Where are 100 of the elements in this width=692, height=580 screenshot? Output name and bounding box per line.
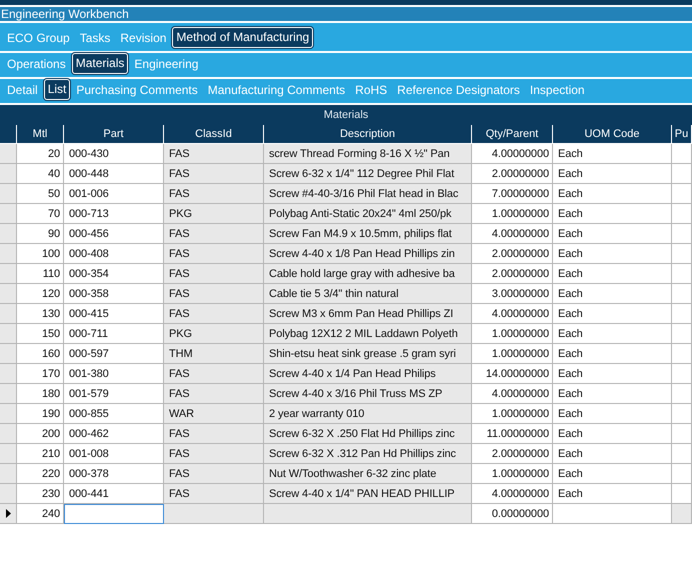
column-header[interactable]: Qty/Parent <box>472 125 553 144</box>
table-cell: FAS <box>164 284 264 304</box>
table-cell: 200 <box>17 424 64 444</box>
tab[interactable]: Method of Manufacturing <box>172 27 314 48</box>
table-cell: Screw 4-40 x 1/8 Pan Head Phillips zin <box>264 244 472 264</box>
tab[interactable]: Revision <box>116 28 170 49</box>
tab[interactable]: Materials <box>72 53 128 74</box>
table-cell: Each <box>553 324 672 344</box>
table-cell: 000-430 <box>64 144 164 164</box>
table-cell: 000-462 <box>64 424 164 444</box>
tab[interactable]: Reference Designators <box>393 80 524 101</box>
table-cell: 1.00000000 <box>472 464 553 484</box>
table-cell: 4.00000000 <box>472 384 553 404</box>
table-cell: Screw 4-40 x 3/16 Phil Truss MS ZP <box>264 384 472 404</box>
table-cell <box>672 244 692 264</box>
table-cell: Shin-etsu heat sink grease .5 gram syri <box>264 344 472 364</box>
table-cell: THM <box>164 344 264 364</box>
part-input-field[interactable] <box>64 504 164 524</box>
table-cell: 4.00000000 <box>472 224 553 244</box>
table-cell: Cable hold large gray with adhesive ba <box>264 264 472 284</box>
tab[interactable]: Manufacturing Comments <box>204 80 350 101</box>
table-cell: Each <box>553 484 672 504</box>
table-cell: 90 <box>17 224 64 244</box>
table-cell: Each <box>553 364 672 384</box>
table-cell: 1.00000000 <box>472 344 553 364</box>
table-cell <box>672 444 692 464</box>
tab[interactable]: List <box>44 79 70 100</box>
window-title: Engineering Workbench <box>0 7 692 23</box>
table-cell: FAS <box>164 244 264 264</box>
table-cell: Screw 6-32 x 1/4" 112 Degree Phil Flat <box>264 164 472 184</box>
table-cell <box>672 424 692 444</box>
table-cell: 2.00000000 <box>472 264 553 284</box>
table-cell <box>672 364 692 384</box>
table-cell: Each <box>553 464 672 484</box>
table-cell: FAS <box>164 424 264 444</box>
table-cell: 2.00000000 <box>472 244 553 264</box>
table-cell <box>672 324 692 344</box>
table-cell: 2 year warranty 010 <box>264 404 472 424</box>
tab[interactable]: Operations <box>3 54 70 75</box>
table-cell: 190 <box>17 404 64 424</box>
table-cell: Screw #4-40-3/16 Phil Flat head in Blac <box>264 184 472 204</box>
table-cell: 170 <box>17 364 64 384</box>
table-cell: 20 <box>17 144 64 164</box>
table-cell: 001-380 <box>64 364 164 384</box>
table-cell: Screw 4-40 x 1/4" PAN HEAD PHILLIP <box>264 484 472 504</box>
table-cell: 001-006 <box>64 184 164 204</box>
table-cell <box>672 384 692 404</box>
table-cell: 70 <box>17 204 64 224</box>
table-cell: Screw 6-32 X .250 Flat Hd Phillips zinc <box>264 424 472 444</box>
table-cell: Each <box>553 224 672 244</box>
table-cell: PKG <box>164 324 264 344</box>
table-cell: 150 <box>17 324 64 344</box>
table-cell: FAS <box>164 184 264 204</box>
tab[interactable]: Detail <box>3 80 42 101</box>
column-header[interactable]: Description <box>264 125 472 144</box>
table-cell: 50 <box>17 184 64 204</box>
table-cell: 1.00000000 <box>472 324 553 344</box>
table-cell <box>672 184 692 204</box>
column-header[interactable]: ClassId <box>164 125 264 144</box>
header-corner <box>0 125 17 144</box>
table-cell: 4.00000000 <box>472 484 553 504</box>
table-cell: Each <box>553 444 672 464</box>
table-cell: 001-579 <box>64 384 164 404</box>
table-cell: Each <box>553 164 672 184</box>
column-header[interactable]: Mtl <box>17 125 64 144</box>
table-cell: 000-358 <box>64 284 164 304</box>
tab[interactable]: Inspection <box>526 80 589 101</box>
table-cell: 130 <box>17 304 64 324</box>
tab[interactable]: Tasks <box>76 28 114 49</box>
table-cell: Each <box>553 404 672 424</box>
tab[interactable]: ECO Group <box>3 28 74 49</box>
table-cell <box>672 344 692 364</box>
table-cell: Cable tie 5 3/4" thin natural <box>264 284 472 304</box>
tab[interactable]: Purchasing Comments <box>72 80 202 101</box>
table-cell: 240 <box>17 504 64 524</box>
tab[interactable]: Engineering <box>130 54 202 75</box>
table-cell: FAS <box>164 364 264 384</box>
table-cell: 000-855 <box>64 404 164 424</box>
table-cell: Screw M3 x 6mm Pan Head Phillips ZI <box>264 304 472 324</box>
column-header[interactable]: UOM Code <box>553 125 672 144</box>
row-selector[interactable] <box>0 504 17 524</box>
table-cell: Polybag Anti-Static 20x24" 4ml 250/pk <box>264 204 472 224</box>
table-cell <box>672 484 692 504</box>
table-cell: 40 <box>17 164 64 184</box>
table-cell: 7.00000000 <box>472 184 553 204</box>
table-cell: WAR <box>164 404 264 424</box>
table-cell: 3.00000000 <box>472 284 553 304</box>
tab[interactable]: RoHS <box>351 80 392 101</box>
table-cell: Each <box>553 304 672 324</box>
table-cell <box>672 304 692 324</box>
table-cell: 000-378 <box>64 464 164 484</box>
table-cell: screw Thread Forming 8-16 X ½" Pan <box>264 144 472 164</box>
table-cell: 230 <box>17 484 64 504</box>
table-cell: FAS <box>164 384 264 404</box>
table-cell: 1.00000000 <box>472 204 553 224</box>
table-cell: FAS <box>164 484 264 504</box>
column-header[interactable]: Part <box>64 125 164 144</box>
table-cell: 000-408 <box>64 244 164 264</box>
table-cell: 160 <box>17 344 64 364</box>
column-header[interactable]: Pu <box>672 125 692 144</box>
